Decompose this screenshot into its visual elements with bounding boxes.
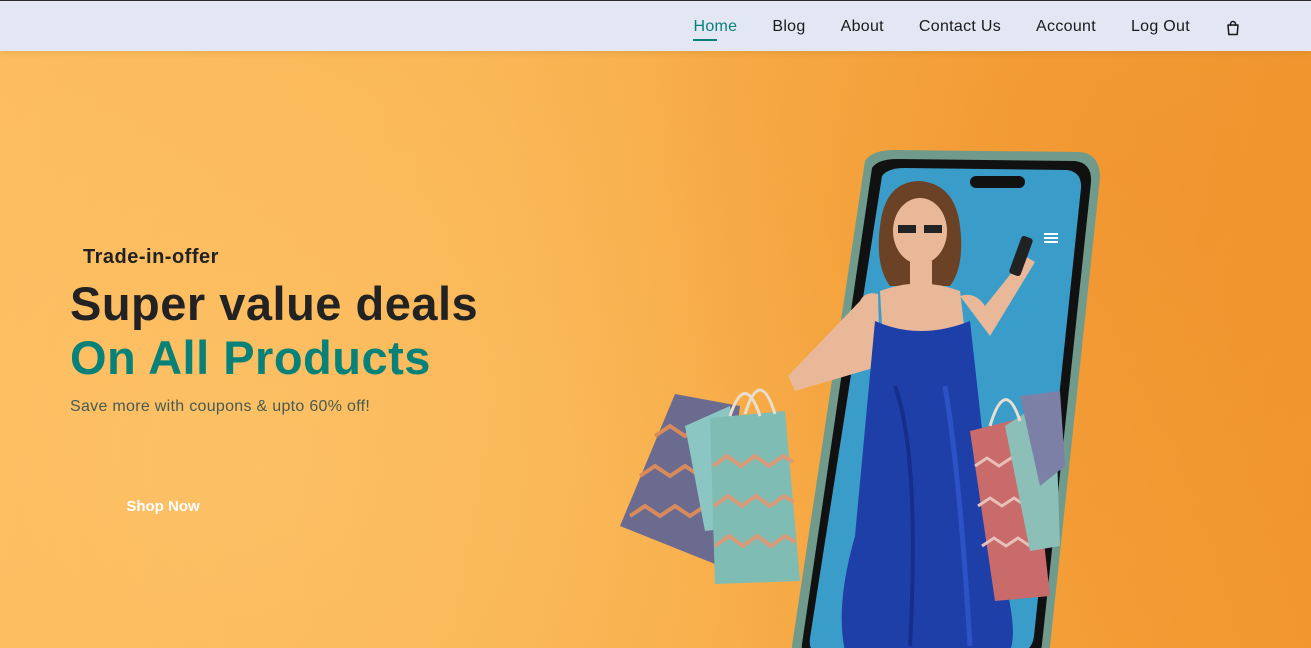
nav-list: Home Blog About Contact Us Account Log O… <box>693 1 1241 52</box>
shopping-bag-icon[interactable] <box>1225 20 1241 36</box>
active-nav-underline <box>693 38 718 41</box>
hero-tagline: Save more with coupons & upto 60% off! <box>70 398 371 415</box>
nav-link-account[interactable]: Account <box>1036 18 1096 35</box>
nav-item-account: Account <box>1036 18 1096 36</box>
nav-item-home: Home <box>693 18 737 41</box>
nav-item-blog: Blog <box>772 18 805 36</box>
nav-item-about: About <box>841 18 884 36</box>
hero-banner: Trade-in-offer Super value deals On All … <box>0 51 1311 648</box>
nav-item-cart <box>1225 18 1241 36</box>
hero-eyebrow: Trade-in-offer <box>83 246 219 268</box>
nav-link-contact-us[interactable]: Contact Us <box>919 18 1001 35</box>
hero-subheadline: On All Products <box>70 331 431 384</box>
shop-now-button[interactable]: Shop Now <box>70 486 256 526</box>
nav-item-contact: Contact Us <box>919 18 1001 36</box>
hero-headline: Super value deals <box>70 277 479 330</box>
nav-link-home[interactable]: Home <box>693 18 737 35</box>
nav-item-logout: Log Out <box>1131 18 1190 36</box>
navbar: Home Blog About Contact Us Account Log O… <box>0 0 1311 51</box>
hero-text-block: Trade-in-offer Super value deals On All … <box>70 246 479 515</box>
nav-link-about[interactable]: About <box>841 18 884 35</box>
menu-icon <box>1044 233 1058 243</box>
nav-link-blog[interactable]: Blog <box>772 18 805 35</box>
hero-image <box>620 150 1100 648</box>
shopping-bags-left <box>620 388 800 584</box>
nav-link-log-out[interactable]: Log Out <box>1131 18 1190 35</box>
